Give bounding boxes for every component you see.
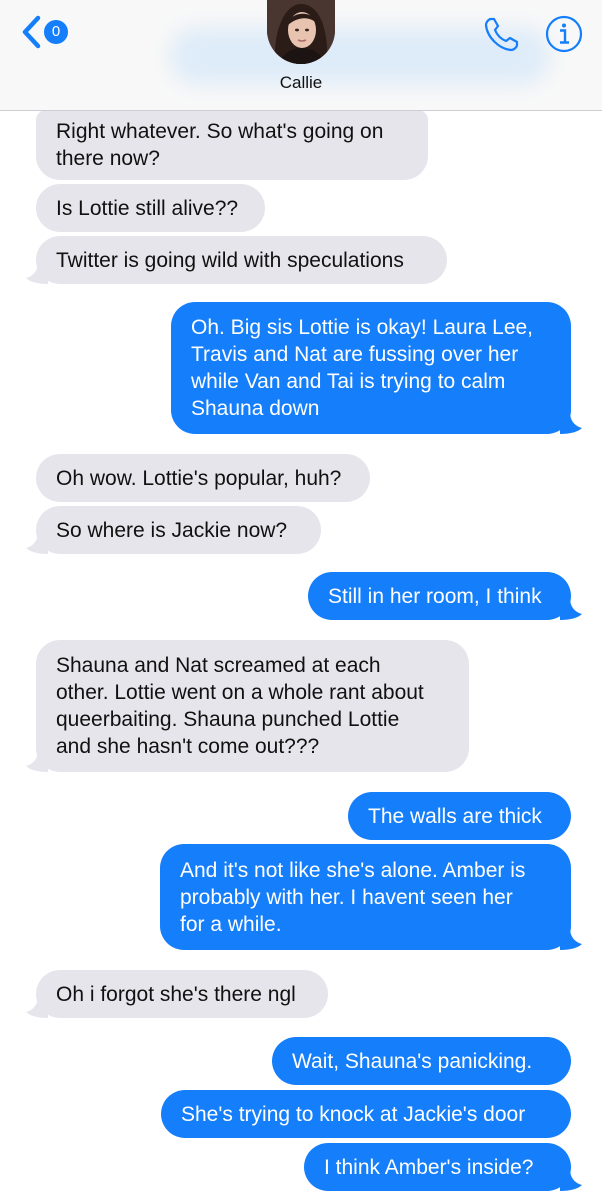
bubble-tail-incoming	[26, 996, 48, 1018]
bubble-tail-outgoing	[560, 928, 582, 950]
info-icon	[545, 15, 583, 53]
bubble-tail-outgoing	[560, 412, 582, 434]
bubble-tail-outgoing	[560, 598, 582, 620]
message-bubble-incoming[interactable]: Shauna and Nat screamed at each other. L…	[36, 640, 469, 772]
back-button[interactable]: 0	[20, 14, 80, 50]
message-bubble-incoming[interactable]: Right whatever. So what's going on there…	[36, 110, 428, 180]
bubble-tail-incoming	[26, 532, 48, 554]
message-bubble-incoming[interactable]: So where is Jackie now?	[36, 506, 321, 554]
message-bubble-outgoing[interactable]: Oh. Big sis Lottie is okay! Laura Lee, T…	[171, 302, 571, 434]
message-bubble-incoming[interactable]: Oh wow. Lottie's popular, huh?	[36, 454, 370, 502]
conversation-header: 0 Callie	[0, 0, 602, 111]
message-bubble-incoming[interactable]: Twitter is going wild with speculations	[36, 236, 447, 284]
contact-name[interactable]: Callie	[0, 73, 602, 93]
message-bubble-incoming[interactable]: Is Lottie still alive??	[36, 184, 265, 232]
call-button[interactable]	[482, 14, 522, 54]
message-bubble-outgoing[interactable]: Wait, Shauna's panicking.	[272, 1037, 571, 1085]
bubble-tail-incoming	[26, 262, 48, 284]
message-bubble-outgoing[interactable]: The walls are thick	[348, 792, 571, 840]
chevron-left-icon	[22, 15, 41, 49]
unread-count-badge: 0	[44, 20, 68, 44]
bubble-tail-outgoing	[560, 1169, 582, 1191]
message-bubble-incoming[interactable]: Oh i forgot she's there ngl	[36, 970, 328, 1018]
message-bubble-outgoing[interactable]: I think Amber's inside?	[304, 1143, 571, 1191]
info-button[interactable]	[544, 14, 584, 54]
message-bubble-outgoing[interactable]: And it's not like she's alone. Amber is …	[160, 844, 571, 950]
message-bubble-outgoing[interactable]: She's trying to knock at Jackie's door	[161, 1090, 571, 1138]
message-bubble-outgoing[interactable]: Still in her room, I think	[308, 572, 571, 620]
bubble-tail-incoming	[26, 750, 48, 772]
phone-icon	[484, 17, 519, 52]
messages-screen: 0 Callie Right whatever. So what's going…	[0, 0, 602, 1200]
